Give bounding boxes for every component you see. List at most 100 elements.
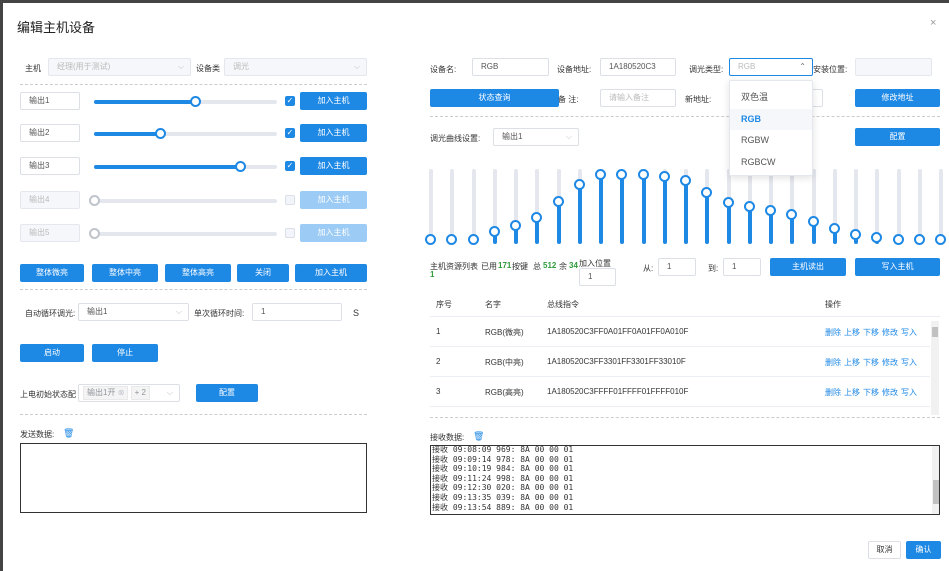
output-level-slider[interactable]	[94, 96, 277, 107]
device-name-input[interactable]: RGB	[472, 58, 549, 76]
row-op-link[interactable]: 修改	[882, 388, 898, 397]
slider-handle[interactable]	[892, 233, 904, 245]
curve-point-slider[interactable]	[892, 169, 904, 245]
row-op-link[interactable]: 下移	[863, 358, 879, 367]
stop-button[interactable]: 停止	[92, 344, 158, 362]
curve-point-slider[interactable]	[743, 169, 755, 244]
curve-point-slider[interactable]	[913, 169, 925, 245]
close-icon[interactable]: ⊗	[118, 388, 125, 397]
slider-handle[interactable]	[89, 228, 100, 239]
output-level-slider[interactable]	[94, 161, 277, 172]
curve-point-slider[interactable]	[658, 169, 670, 244]
curve-point-slider[interactable]	[871, 169, 883, 244]
device-address-input[interactable]: 1A180520C3	[600, 58, 676, 76]
row-op-link[interactable]: 修改	[882, 358, 898, 367]
curve-point-slider[interactable]	[467, 169, 479, 245]
output-checkbox[interactable]	[285, 228, 295, 238]
curve-point-slider[interactable]	[807, 169, 819, 244]
curve-point-slider[interactable]	[637, 169, 649, 244]
row-op-link[interactable]: 写入	[901, 358, 917, 367]
host-select[interactable]: 经理(用于测试) ⌵	[48, 58, 191, 76]
all-bright-button[interactable]: 整体高亮	[165, 264, 231, 282]
row-op-link[interactable]: 删除	[825, 388, 841, 397]
dim-type-option[interactable]: RGBCW	[730, 152, 812, 173]
curve-point-slider[interactable]	[786, 169, 798, 244]
scrollbar-thumb[interactable]	[932, 327, 938, 337]
row-op-link[interactable]: 上移	[844, 388, 860, 397]
slider-handle[interactable]	[680, 175, 691, 187]
curve-select[interactable]: 输出1 ⌵	[493, 128, 579, 146]
close-icon[interactable]: ×	[930, 17, 936, 29]
single-cycle-input[interactable]: 1	[252, 303, 342, 321]
add-to-host-button[interactable]: 加入主机	[300, 92, 367, 110]
slider-handle[interactable]	[743, 200, 755, 212]
power-on-config-button[interactable]: 配置	[196, 384, 258, 402]
slider-handle[interactable]	[573, 179, 585, 190]
output-level-slider[interactable]	[94, 128, 277, 139]
row-op-link[interactable]: 修改	[882, 328, 898, 337]
row-op-link[interactable]: 删除	[825, 328, 841, 337]
trash-icon[interactable]: 🗑	[473, 431, 484, 442]
output-level-slider[interactable]	[89, 228, 277, 239]
output-name-input[interactable]: 输出3	[20, 157, 80, 175]
add-to-host-button[interactable]: 加入主机	[300, 224, 367, 242]
slider-handle[interactable]	[807, 215, 819, 227]
output-name-input[interactable]: 输出2	[20, 124, 80, 142]
slider-handle[interactable]	[616, 168, 628, 180]
cancel-button[interactable]: 取消	[868, 541, 901, 559]
off-button[interactable]: 关闭	[237, 264, 289, 282]
row-op-link[interactable]: 写入	[901, 388, 917, 397]
slider-handle[interactable]	[488, 225, 500, 237]
dim-type-option[interactable]: 双色温	[730, 87, 812, 108]
from-input[interactable]: 1	[658, 258, 696, 276]
slider-handle[interactable]	[425, 233, 436, 245]
slider-handle[interactable]	[595, 169, 606, 181]
scrollbar-thumb[interactable]	[933, 480, 939, 504]
add-to-host-button[interactable]: 加入主机	[300, 157, 367, 175]
dim-type-option[interactable]: RGBW	[730, 130, 812, 151]
insert-position-input[interactable]: 1	[579, 268, 616, 286]
row-op-link[interactable]: 下移	[863, 328, 879, 337]
receive-scrollbar[interactable]	[932, 446, 939, 514]
slider-handle[interactable]	[531, 212, 543, 223]
curve-point-slider[interactable]	[828, 169, 840, 244]
slider-handle[interactable]	[658, 170, 670, 182]
auto-cycle-select[interactable]: 输出1 ⌵	[78, 303, 189, 321]
slider-handle[interactable]	[89, 195, 100, 206]
row-op-link[interactable]: 写入	[901, 328, 917, 337]
to-input[interactable]: 1	[723, 258, 761, 276]
slider-handle[interactable]	[510, 220, 521, 232]
curve-point-slider[interactable]	[850, 169, 861, 244]
curve-point-slider[interactable]	[680, 169, 691, 244]
slider-handle[interactable]	[722, 197, 734, 208]
read-host-button[interactable]: 主机读出	[770, 258, 846, 276]
table-scrollbar[interactable]	[931, 321, 939, 415]
output-checkbox[interactable]: ✓	[285, 128, 295, 138]
remark-input[interactable]: 请输入备注	[600, 89, 676, 107]
add-to-host-button[interactable]: 加入主机	[300, 124, 367, 142]
all-dim-button[interactable]: 整体微亮	[20, 264, 84, 282]
output-name-input[interactable]: 输出4	[20, 191, 80, 209]
modify-address-button[interactable]: 修改地址	[855, 89, 940, 107]
curve-point-slider[interactable]	[425, 169, 436, 245]
output-checkbox[interactable]: ✓	[285, 161, 295, 171]
install-location-input[interactable]	[855, 58, 932, 76]
curve-point-slider[interactable]	[510, 169, 521, 244]
slider-handle[interactable]	[467, 233, 479, 245]
curve-point-slider[interactable]	[616, 168, 628, 244]
receive-data-textarea[interactable]: 接收 09:08:09 969: 8A 00 00 01 接收 09:09:14 …	[430, 445, 940, 515]
row-op-link[interactable]: 上移	[844, 328, 860, 337]
power-on-select[interactable]: 输出1开 ⊗ + 2 ⌵	[78, 384, 180, 402]
row-op-link[interactable]: 下移	[863, 388, 879, 397]
add-to-host-button[interactable]: 加入主机	[300, 191, 367, 209]
dim-type-select[interactable]: RGB ⌃	[729, 58, 813, 76]
output-level-slider[interactable]	[89, 195, 277, 206]
slider-handle[interactable]	[850, 229, 861, 241]
status-query-button[interactable]: 状态查询	[430, 89, 559, 107]
device-type-select[interactable]: 调光 ⌵	[224, 58, 367, 76]
add-host-button[interactable]: 加入主机	[295, 264, 367, 282]
slider-handle[interactable]	[552, 196, 564, 208]
all-medium-button[interactable]: 整体中亮	[92, 264, 158, 282]
output-name-input[interactable]: 输出5	[20, 224, 80, 242]
slider-handle[interactable]	[701, 186, 713, 198]
